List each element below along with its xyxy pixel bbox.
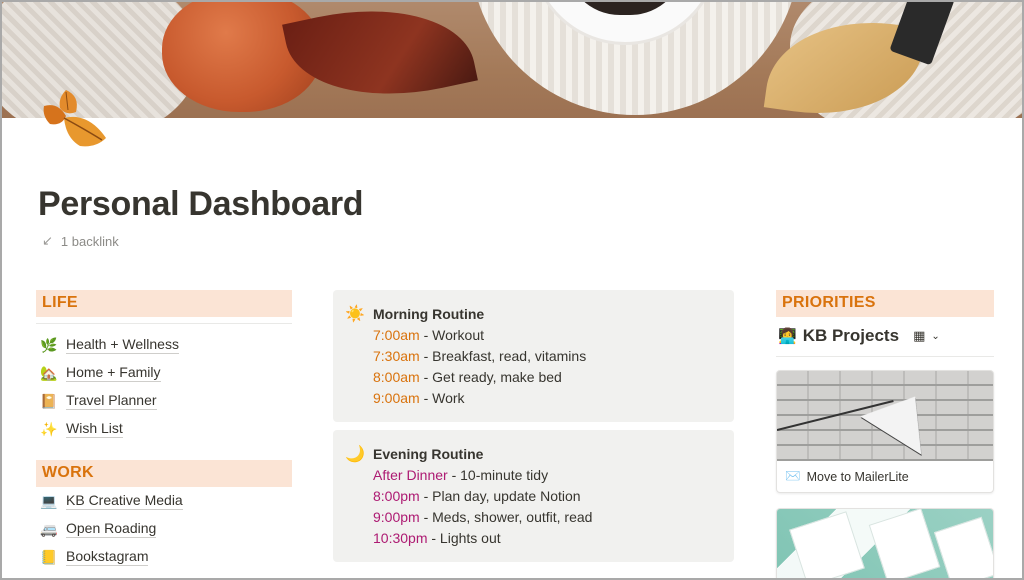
- link-label: Bookstagram: [66, 548, 149, 566]
- link-kb-creative-media[interactable]: 💻 KB Creative Media: [40, 492, 183, 510]
- backlink-label: 1 backlink: [60, 233, 119, 249]
- morning-routine-callout[interactable]: ☀️ Morning Routine 7:00am - Workout 7:30…: [333, 290, 734, 422]
- page-title: Personal Dashboard: [38, 185, 364, 223]
- routine-line: 7:30am - Breakfast, read, vitamins: [373, 348, 587, 364]
- ledger-icon: 📒: [40, 548, 58, 565]
- link-home-family[interactable]: 🏡 Home + Family: [40, 364, 161, 382]
- routine-line: 8:00am - Get ready, make bed: [373, 369, 562, 385]
- routine-line: 8:00pm - Plan day, update Notion: [373, 488, 581, 504]
- gallery-view-icon[interactable]: ▦: [913, 328, 925, 344]
- gallery-card[interactable]: [776, 508, 994, 580]
- callout-title: Evening Routine: [373, 446, 484, 462]
- backlink-link[interactable]: ↙ 1 backlink: [42, 233, 119, 249]
- routine-line: 9:00am - Work: [373, 390, 465, 406]
- chevron-down-icon[interactable]: ⌄: [931, 331, 939, 342]
- callout-title: Morning Routine: [373, 306, 485, 322]
- link-label: KB Creative Media: [66, 492, 183, 510]
- divider: [36, 323, 292, 324]
- link-label: Wish List: [66, 420, 123, 438]
- routine-line: 10:30pm - Lights out: [373, 530, 501, 546]
- gallery-card[interactable]: ✉️ Move to MailerLite: [776, 370, 994, 493]
- herb-icon: 🌿: [40, 336, 58, 353]
- evening-routine-callout[interactable]: 🌙 Evening Routine After Dinner - 10-minu…: [333, 430, 734, 562]
- house-icon: 🏡: [40, 364, 58, 381]
- card-cover-image: [777, 371, 993, 461]
- page-icon-autumn-leaves[interactable]: [36, 86, 116, 156]
- life-header: LIFE: [36, 290, 292, 317]
- van-icon: 🚐: [40, 520, 58, 537]
- link-label: Travel Planner: [66, 392, 157, 410]
- cover-image: [0, 0, 1024, 118]
- work-header: WORK: [36, 460, 292, 487]
- paper-plane-image: [860, 377, 946, 455]
- link-bookstagram[interactable]: 📒 Bookstagram: [40, 548, 149, 566]
- routine-line: After Dinner - 10-minute tidy: [373, 467, 549, 483]
- kb-projects-database-title[interactable]: 👩‍💻 KB Projects ▦ ⌄: [778, 326, 940, 346]
- laptop-icon: 💻: [40, 492, 58, 509]
- link-label: Open Roading: [66, 520, 157, 538]
- technologist-icon: 👩‍💻: [778, 328, 797, 345]
- routine-line: 9:00pm - Meds, shower, outfit, read: [373, 509, 593, 525]
- crescent-moon-icon: 🌙: [345, 446, 365, 463]
- envelope-icon: ✉️: [785, 469, 801, 483]
- link-open-roading[interactable]: 🚐 Open Roading: [40, 520, 157, 538]
- link-travel-planner[interactable]: 📔 Travel Planner: [40, 392, 157, 410]
- card-cover-image: [777, 509, 993, 580]
- arrow-down-left-icon: ↙: [42, 233, 53, 248]
- divider: [776, 356, 994, 357]
- notebook-icon: 📔: [40, 392, 58, 409]
- link-health-wellness[interactable]: 🌿 Health + Wellness: [40, 336, 179, 354]
- link-label: Health + Wellness: [66, 336, 179, 354]
- link-wish-list[interactable]: ✨ Wish List: [40, 420, 123, 438]
- priorities-header: PRIORITIES: [776, 290, 994, 317]
- link-label: Home + Family: [66, 364, 161, 382]
- sparkles-icon: ✨: [40, 420, 58, 437]
- card-title: ✉️ Move to MailerLite: [785, 469, 909, 484]
- database-title: KB Projects: [802, 326, 900, 345]
- sun-icon: ☀️: [345, 306, 365, 323]
- routine-line: 7:00am - Workout: [373, 327, 485, 343]
